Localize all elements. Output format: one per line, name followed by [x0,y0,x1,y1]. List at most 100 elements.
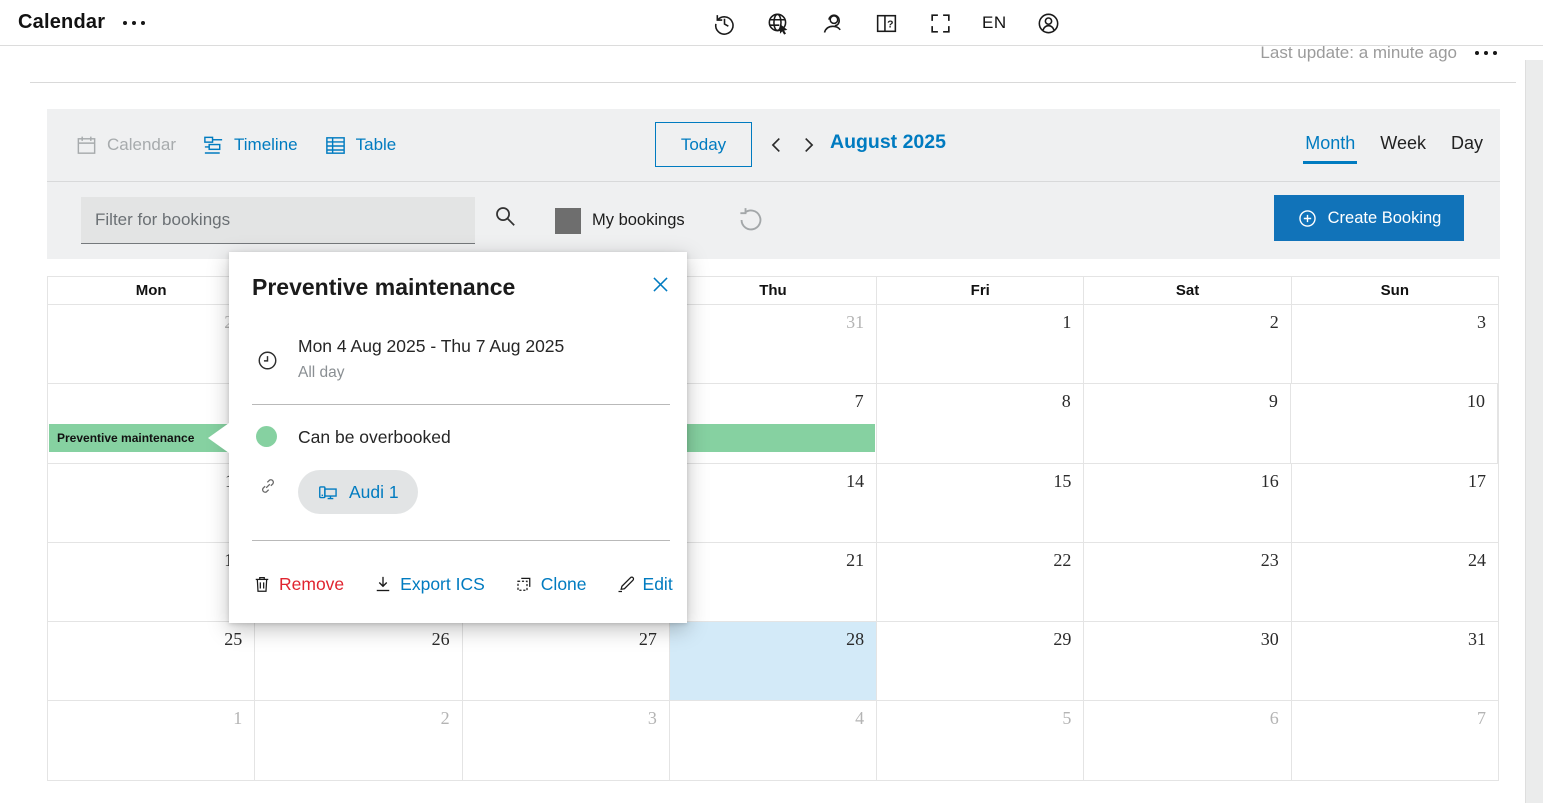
popup-all-day: All day [298,364,345,382]
view-tab-table[interactable]: Table [324,134,397,157]
view-tab-label: Timeline [234,135,298,155]
day-cell[interactable]: 9 [1084,384,1291,463]
day-cell[interactable]: 31 [1292,622,1498,701]
scale-tab-month[interactable]: Month [1305,133,1355,154]
date-number: 6 [1270,708,1279,729]
date-number: 1 [1062,312,1071,333]
scale-tab-day[interactable]: Day [1451,133,1483,154]
day-cell[interactable]: 8 [877,384,1084,463]
help-book-icon[interactable]: ? [874,11,899,36]
fullscreen-icon[interactable] [928,11,953,36]
resource-chip[interactable]: Audi 1 [298,470,418,514]
popup-title: Preventive maintenance [252,274,515,301]
day-cell[interactable]: 3 [463,701,670,780]
day-cell[interactable]: 16 [1084,464,1291,543]
filter-input[interactable] [81,197,475,244]
plus-circle-icon [1297,208,1318,229]
date-number: 2 [1270,312,1279,333]
refresh-icon[interactable] [737,206,765,234]
day-cell[interactable]: 29 [877,622,1084,701]
day-cell[interactable]: 6 [1084,701,1291,780]
overflow-menu-icon[interactable] [1475,51,1497,55]
last-update-text: Last update: a minute ago [1260,43,1457,63]
link-icon [258,476,278,496]
day-cell[interactable]: 1 [877,305,1084,384]
my-bookings-legend[interactable]: My bookings [555,182,685,259]
date-number: 17 [1468,471,1486,492]
date-number: 28 [846,629,864,650]
popup-date-range: Mon 4 Aug 2025 - Thu 7 Aug 2025 [298,336,564,357]
date-number: 29 [1053,629,1071,650]
day-cell[interactable]: 28 [48,305,255,384]
date-number: 23 [1261,550,1279,571]
day-cell[interactable]: 26 [255,622,462,701]
history-icon[interactable] [712,11,737,36]
account-icon[interactable] [1036,11,1061,36]
day-header-sun: Sun [1292,277,1498,305]
day-cell-today[interactable]: 28 [670,622,877,701]
day-cell[interactable]: 7 [1292,701,1498,780]
day-cell[interactable]: 23 [1084,543,1291,622]
day-cell[interactable]: 17 [1292,464,1498,543]
scrollbar[interactable] [1525,60,1543,803]
globe-pointer-icon[interactable] [766,11,791,36]
action-remove[interactable]: Remove [252,574,344,595]
day-cell[interactable]: 1 [48,701,255,780]
support-icon[interactable] [820,11,845,36]
scale-tab-week[interactable]: Week [1380,133,1426,154]
day-cell[interactable]: 24 [1292,543,1498,622]
day-cell[interactable]: 4 [670,701,877,780]
view-tab-label: Calendar [107,135,176,155]
app-bar-icons: ? EN [712,0,1061,46]
day-cell[interactable]: 30 [1084,622,1291,701]
day-cell[interactable]: 5 [877,701,1084,780]
prev-month-icon[interactable] [766,133,788,157]
day-cell[interactable]: 25 [48,622,255,701]
day-cell[interactable]: 10 [1291,384,1498,463]
date-number: 1 [233,708,242,729]
svg-text:?: ? [887,19,893,30]
trash-icon [252,574,272,594]
view-tab-label: Table [356,135,397,155]
view-tab-calendar[interactable]: Calendar [75,134,176,157]
action-label: Clone [541,574,587,595]
day-cell[interactable]: 22 [877,543,1084,622]
day-cell[interactable]: 3 [1292,305,1498,384]
app-title-menu-icon[interactable] [123,21,145,25]
date-number: 7 [855,391,864,412]
app-bar: Calendar ? EN [0,0,1543,46]
action-clone[interactable]: Clone [514,574,587,595]
day-cell[interactable]: 31 [670,305,877,384]
close-icon[interactable] [650,274,671,295]
date-number: 21 [846,550,864,571]
action-export-ics[interactable]: Export ICS [373,574,485,595]
date-number: 25 [224,629,242,650]
day-header-sat: Sat [1084,277,1291,305]
day-cell[interactable]: 14 [670,464,877,543]
day-cell[interactable]: 15 [877,464,1084,543]
date-number: 10 [1467,391,1485,412]
popup-status-label: Can be overbooked [298,427,451,448]
today-button[interactable]: Today [655,122,752,167]
day-cell[interactable]: 11 [48,464,255,543]
create-booking-button[interactable]: Create Booking [1274,195,1464,241]
language-selector[interactable]: EN [982,13,1007,33]
download-icon [373,574,393,594]
toolbar-row-views: CalendarTimelineTable Today August 2025 … [47,109,1500,182]
day-cell[interactable]: 21 [670,543,877,622]
day-cell[interactable]: 18 [48,543,255,622]
day-cell[interactable]: 2 [1084,305,1291,384]
date-number: 9 [1269,391,1278,412]
my-bookings-swatch [555,208,581,234]
date-number: 2 [441,708,450,729]
day-cell[interactable]: 27 [463,622,670,701]
action-label: Export ICS [400,574,485,595]
action-edit[interactable]: Edit [616,574,673,595]
next-month-icon[interactable] [797,133,819,157]
status-row: Last update: a minute ago [1260,43,1497,63]
view-tab-timeline[interactable]: Timeline [202,134,298,157]
status-color-dot [256,426,277,447]
date-number: 7 [1477,708,1486,729]
day-cell[interactable]: 2 [255,701,462,780]
search-icon[interactable] [492,203,518,229]
